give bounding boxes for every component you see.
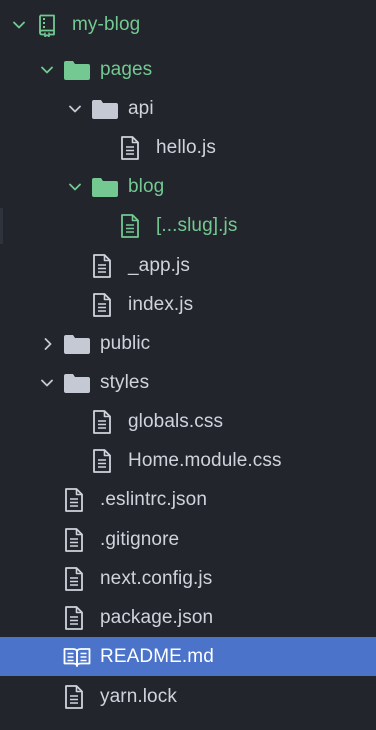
tree-item-label: index.js [128, 294, 194, 315]
tree-item-public[interactable]: public [0, 324, 376, 363]
folder-icon [64, 324, 90, 363]
tree-item-label: _app.js [128, 255, 190, 276]
repo-icon [37, 5, 57, 44]
chevron-down-icon[interactable] [11, 5, 27, 44]
chevron-down-icon[interactable] [67, 89, 83, 128]
file-icon [92, 441, 112, 480]
tree-item-gitignore[interactable]: .gitignore [0, 520, 376, 559]
chevron-down-icon[interactable] [39, 363, 55, 402]
tree-item-label: package.json [100, 607, 214, 628]
tree-item-label: README.md [100, 646, 214, 667]
tree-item-my-blog[interactable]: my-blog [0, 5, 376, 44]
file-icon [64, 480, 84, 519]
tree-item-api[interactable]: api [0, 89, 376, 128]
tree-item-label: blog [128, 176, 165, 197]
file-icon [64, 559, 84, 598]
tree-item-blog[interactable]: blog [0, 167, 376, 206]
tree-item-next-config-js[interactable]: next.config.js [0, 559, 376, 598]
chevron-down-icon[interactable] [67, 167, 83, 206]
file-icon [120, 128, 140, 167]
tree-item-label: .eslintrc.json [100, 489, 207, 510]
tree-item-readme-md[interactable]: README.md [0, 637, 376, 676]
tree-item-label: styles [100, 372, 150, 393]
tree-item-label: Home.module.css [128, 450, 282, 471]
panel-edge [0, 208, 3, 244]
file-icon [92, 285, 112, 324]
file-icon [64, 598, 84, 637]
file-icon [120, 206, 140, 245]
file-icon [64, 520, 84, 559]
tree-item-app-js[interactable]: _app.js [0, 246, 376, 285]
folder-icon [92, 89, 118, 128]
tree-item-label: api [128, 98, 154, 119]
tree-item-label: my-blog [72, 14, 141, 35]
chevron-right-icon[interactable] [40, 324, 56, 363]
tree-item-pages[interactable]: pages [0, 50, 376, 89]
folder-icon [92, 167, 118, 206]
tree-item-label: next.config.js [100, 568, 213, 589]
file-icon [92, 246, 112, 285]
folder-icon [64, 363, 90, 402]
file-explorer-tree: my-blog pages api hello.js blog [...slug… [0, 0, 376, 730]
tree-item-styles[interactable]: styles [0, 363, 376, 402]
tree-item-label: yarn.lock [100, 686, 177, 707]
tree-item-label: public [100, 333, 151, 354]
book-icon [63, 637, 91, 676]
tree-item-label: globals.css [128, 411, 224, 432]
tree-item-label: .gitignore [100, 529, 180, 550]
tree-item-yarn-lock[interactable]: yarn.lock [0, 677, 376, 716]
tree-item-package-json[interactable]: package.json [0, 598, 376, 637]
tree-item-home-module-css[interactable]: Home.module.css [0, 441, 376, 480]
tree-item-hello-js[interactable]: hello.js [0, 128, 376, 167]
chevron-down-icon[interactable] [39, 50, 55, 89]
tree-item-label: [...slug].js [156, 215, 238, 236]
folder-icon [64, 50, 90, 89]
tree-item-eslintrc-json[interactable]: .eslintrc.json [0, 480, 376, 519]
file-icon [64, 677, 84, 716]
tree-item-globals-css[interactable]: globals.css [0, 402, 376, 441]
tree-item-label: hello.js [156, 137, 216, 158]
file-icon [92, 402, 112, 441]
tree-item-label: pages [100, 59, 153, 80]
tree-item-slug-js[interactable]: [...slug].js [0, 206, 376, 245]
tree-item-index-js[interactable]: index.js [0, 285, 376, 324]
